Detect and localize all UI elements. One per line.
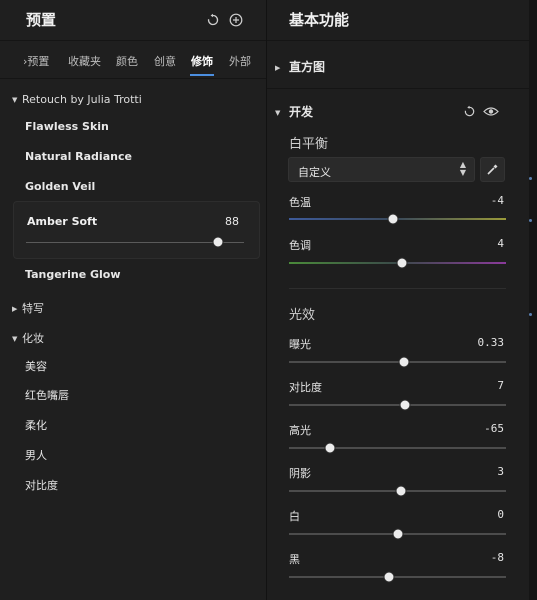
- presets-panel: 预置 ›预置 收藏夹 颜色 创意 修饰 外部 ▼ Retouch by Julia…: [0, 0, 267, 600]
- tab-color[interactable]: 颜色: [116, 53, 138, 69]
- eyedropper-icon: [487, 164, 498, 175]
- makeup-red-lips[interactable]: 红色嘴唇: [25, 387, 69, 403]
- marker-dot: [529, 177, 532, 180]
- tint-label: 色调: [289, 239, 311, 252]
- caret-down-icon: ▼: [275, 108, 281, 117]
- marker-dot: [529, 219, 532, 222]
- section-develop[interactable]: ▼ 开发: [275, 103, 313, 120]
- divider: [289, 288, 506, 289]
- panel-title: 预置: [26, 11, 57, 29]
- exposure-label: 曝光: [289, 338, 311, 351]
- makeup-soften[interactable]: 柔化: [25, 417, 47, 433]
- divider: [267, 88, 529, 89]
- tab-presets[interactable]: ›预置: [23, 53, 49, 69]
- group-closeup[interactable]: ▶ 特写: [12, 300, 44, 316]
- caret-down-icon: ▼: [12, 96, 18, 104]
- marker-dot: [529, 313, 532, 316]
- whites-thumb[interactable]: [392, 528, 403, 540]
- preset-amount-value: 88: [225, 215, 239, 228]
- temp-thumb[interactable]: [387, 213, 399, 225]
- group-label: 特写: [22, 302, 44, 315]
- contrast-value[interactable]: 7: [497, 379, 504, 392]
- section-label: 开发: [289, 105, 314, 119]
- light-label: 光效: [289, 308, 316, 323]
- highlights-value[interactable]: -65: [484, 422, 504, 435]
- makeup-men[interactable]: 男人: [25, 447, 47, 463]
- right-edge-strip: [529, 0, 537, 600]
- section-histogram[interactable]: ▶ 直方图: [275, 58, 325, 75]
- contrast-label: 对比度: [289, 381, 322, 394]
- reset-icon[interactable]: [463, 103, 479, 119]
- highlights-track[interactable]: [289, 447, 506, 449]
- group-makeup[interactable]: ▼ 化妆: [12, 330, 44, 346]
- preset-amber-soft-card[interactable]: Amber Soft 88: [13, 201, 260, 259]
- preset-amount-thumb[interactable]: [212, 236, 224, 248]
- temp-value[interactable]: -4: [491, 194, 504, 207]
- adjustments-panel: 基本功能 ▶ 直方图 ▼ 开发 白平衡 自定义 ▲ ▼ 色温 -4 色调 4 光效 曝…: [267, 0, 529, 600]
- blacks-label: 黑: [289, 553, 300, 566]
- presets-header: 预置: [0, 0, 266, 41]
- caret-down-icon: ▼: [12, 335, 18, 343]
- tint-thumb[interactable]: [396, 257, 408, 269]
- highlights-thumb[interactable]: [324, 442, 336, 454]
- blacks-value[interactable]: -8: [491, 551, 504, 564]
- contrast-thumb[interactable]: [399, 399, 411, 411]
- exposure-track[interactable]: [289, 361, 506, 363]
- makeup-contrast[interactable]: 对比度: [25, 477, 58, 493]
- preset-tangerine-glow[interactable]: Tangerine Glow: [25, 268, 121, 281]
- add-preset-icon[interactable]: [229, 12, 245, 28]
- shadows-label: 阴影: [289, 467, 311, 480]
- preset-tabs: ›预置 收藏夹 颜色 创意 修饰 外部: [0, 40, 266, 79]
- caret-right-icon: ▶: [12, 305, 18, 313]
- blacks-track[interactable]: [289, 576, 506, 578]
- white-balance-label: 白平衡: [289, 137, 329, 152]
- tab-creative[interactable]: 创意: [154, 53, 176, 69]
- contrast-track[interactable]: [289, 404, 506, 406]
- whites-value[interactable]: 0: [497, 508, 504, 521]
- preset-amount-track[interactable]: [26, 242, 244, 243]
- white-balance-select[interactable]: 自定义 ▲ ▼: [288, 157, 475, 182]
- section-label: 直方图: [289, 60, 326, 74]
- preset-golden-veil[interactable]: Golden Veil: [25, 180, 95, 193]
- preset-flawless-skin[interactable]: Flawless Skin: [25, 120, 109, 133]
- highlights-label: 高光: [289, 424, 311, 437]
- active-tab-indicator: [190, 74, 214, 76]
- group-label: Retouch by Julia Trotti: [22, 93, 142, 106]
- makeup-beauty[interactable]: 美容: [25, 358, 47, 374]
- tint-value[interactable]: 4: [497, 237, 504, 250]
- eye-icon[interactable]: [483, 103, 499, 119]
- tab-retouch[interactable]: 修饰: [191, 53, 213, 69]
- white-balance-value: 自定义: [298, 166, 331, 179]
- reset-icon[interactable]: [206, 12, 222, 28]
- shadows-value[interactable]: 3: [497, 465, 504, 478]
- preset-natural-radiance[interactable]: Natural Radiance: [25, 150, 132, 163]
- exposure-value[interactable]: 0.33: [478, 336, 505, 349]
- basic-header: 基本功能: [267, 0, 529, 41]
- tab-favorites[interactable]: 收藏夹: [68, 53, 101, 69]
- exposure-thumb[interactable]: [398, 356, 410, 368]
- preset-amber-soft: Amber Soft: [27, 215, 98, 228]
- group-retouch-julia-trotti[interactable]: ▼ Retouch by Julia Trotti: [12, 93, 142, 106]
- temp-label: 色温: [289, 196, 311, 209]
- group-label: 化妆: [22, 332, 44, 345]
- eyedropper-button[interactable]: [480, 157, 505, 182]
- tab-external[interactable]: 外部: [229, 53, 251, 69]
- shadows-thumb[interactable]: [395, 485, 407, 497]
- panel-title: 基本功能: [289, 11, 350, 29]
- blacks-thumb[interactable]: [383, 571, 395, 583]
- caret-right-icon: ▶: [275, 63, 281, 72]
- select-arrows-icon: ▲ ▼: [459, 160, 466, 177]
- whites-label: 白: [289, 510, 300, 523]
